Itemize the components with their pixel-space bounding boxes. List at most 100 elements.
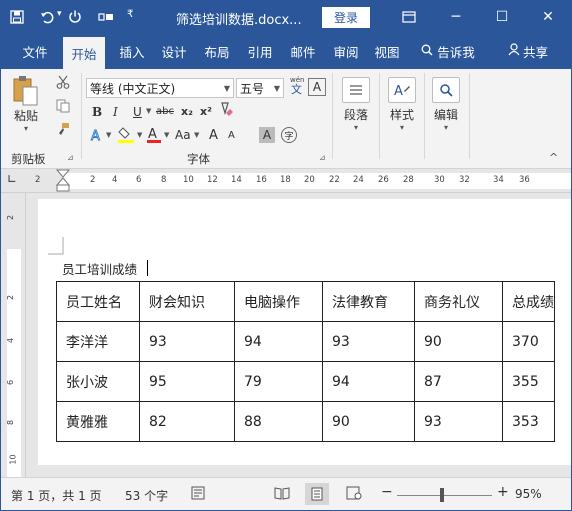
table-header-cell[interactable]: 财会知识	[139, 281, 235, 322]
tab-references[interactable]: 引用	[240, 33, 280, 69]
table-cell[interactable]: 82	[139, 401, 235, 442]
table-cell[interactable]: 93	[322, 321, 415, 362]
table-cell[interactable]: 93	[414, 401, 503, 442]
close-button[interactable]: ✕	[525, 1, 571, 33]
character-border-icon[interactable]: A	[308, 78, 326, 96]
redo-icon[interactable]	[67, 9, 83, 25]
font-color-icon[interactable]: A	[146, 126, 162, 144]
format-painter-icon[interactable]	[56, 122, 70, 136]
font-size-combo[interactable]: 五号 ▼	[236, 78, 284, 98]
character-shading-icon[interactable]: A	[259, 127, 275, 143]
read-mode-icon[interactable]	[274, 486, 290, 503]
zoom-in-button[interactable]: +	[497, 484, 509, 500]
tell-me-search[interactable]: 告诉我	[413, 33, 483, 69]
ribbon-display-icon[interactable]	[386, 1, 432, 33]
tab-insert[interactable]: 插入	[112, 33, 152, 69]
table-cell[interactable]: 370	[502, 321, 555, 362]
zoom-out-button[interactable]: −	[381, 484, 393, 500]
save-icon[interactable]	[9, 9, 25, 25]
highlight-color-icon[interactable]	[117, 126, 135, 144]
share-button[interactable]: 共享	[499, 33, 557, 69]
zoom-slider-track[interactable]	[397, 495, 492, 496]
maximize-button[interactable]: ☐	[479, 1, 525, 33]
page-count[interactable]: 第 1 页，共 1 页	[11, 487, 102, 504]
change-case-button[interactable]: Aa	[175, 128, 191, 142]
zoom-level[interactable]: 95%	[515, 487, 542, 501]
tab-review[interactable]: 审阅	[326, 33, 366, 69]
document-page[interactable]: 员工培训成绩 员工姓名 财会知识 电脑操作 法律教育 商务礼仪 总成绩 李洋洋	[38, 199, 571, 465]
font-name-combo[interactable]: 等线 (中文正文) ▼	[86, 78, 234, 98]
tab-home[interactable]: 开始	[63, 37, 105, 69]
word-count[interactable]: 53 个字	[125, 487, 168, 504]
table-cell[interactable]: 88	[234, 401, 323, 442]
change-case-dropdown-icon[interactable]: ▼	[194, 131, 199, 139]
ruler-mark: 8	[161, 175, 167, 185]
clear-formatting-icon[interactable]	[219, 101, 235, 117]
table-header-cell[interactable]: 总成绩	[502, 281, 555, 322]
grow-font-button[interactable]: A	[209, 128, 218, 143]
tab-file[interactable]: 文件	[15, 33, 55, 69]
tab-layout[interactable]: 布局	[197, 33, 237, 69]
cut-icon[interactable]	[56, 75, 70, 89]
minimize-button[interactable]: ─	[433, 1, 479, 33]
tab-mailings[interactable]: 邮件	[283, 33, 323, 69]
editing-button[interactable]: 编辑 ▾	[432, 77, 460, 132]
copy-icon[interactable]	[56, 99, 70, 113]
styles-button[interactable]: A 样式 ▾	[388, 77, 416, 132]
clipboard-launcher-icon[interactable]: ⊿	[67, 153, 74, 162]
table-cell[interactable]: 355	[502, 361, 555, 402]
scores-table[interactable]: 员工姓名 财会知识 电脑操作 法律教育 商务礼仪 总成绩 李洋洋 93 94 9…	[56, 281, 555, 442]
proofing-icon[interactable]	[191, 486, 205, 503]
collapse-ribbon-icon[interactable]: ^	[549, 151, 558, 164]
underline-button[interactable]: U	[133, 105, 142, 119]
strikethrough-button[interactable]: abc	[156, 106, 174, 117]
superscript-button[interactable]: x²	[200, 105, 212, 118]
web-layout-icon[interactable]	[346, 486, 362, 503]
paste-dropdown-icon[interactable]: ▾	[24, 124, 28, 133]
table-header-cell[interactable]: 法律教育	[322, 281, 415, 322]
undo-icon[interactable]	[39, 9, 55, 25]
tab-selector-icon[interactable]: ∟	[7, 172, 17, 186]
bold-button[interactable]: B	[92, 105, 102, 119]
table-cell[interactable]: 李洋洋	[56, 321, 140, 362]
table-cell[interactable]: 95	[139, 361, 235, 402]
enclose-characters-icon[interactable]: 字	[281, 127, 297, 143]
table-cell[interactable]: 90	[322, 401, 415, 442]
table-cell[interactable]: 87	[414, 361, 503, 402]
print-layout-icon[interactable]	[305, 483, 329, 505]
undo-dropdown-icon[interactable]: ▾	[57, 9, 62, 19]
font-launcher-icon[interactable]: ⊿	[319, 153, 326, 162]
table-caption[interactable]: 员工培训成绩	[62, 259, 137, 278]
touch-mode-icon[interactable]	[97, 10, 115, 24]
font-color-dropdown-icon[interactable]: ▼	[164, 131, 169, 139]
table-cell[interactable]: 94	[322, 361, 415, 402]
highlight-dropdown-icon[interactable]: ▼	[137, 131, 142, 139]
subscript-button[interactable]: x₂	[181, 105, 193, 118]
paste-button[interactable]: 粘贴 ▾	[11, 75, 41, 133]
shrink-font-button[interactable]: A	[228, 130, 235, 141]
paragraph-button[interactable]: 段落 ▾	[342, 77, 370, 132]
table-header-cell[interactable]: 商务礼仪	[414, 281, 503, 322]
tab-design[interactable]: 设计	[154, 33, 194, 69]
table-cell[interactable]: 79	[234, 361, 323, 402]
table-cell[interactable]: 94	[234, 321, 323, 362]
login-button[interactable]: 登录	[322, 7, 370, 28]
horizontal-ruler[interactable]: ∟ 2 2 4 6 8 10 12 14 16 18 20 22 24 26 2…	[1, 169, 571, 193]
table-header-cell[interactable]: 电脑操作	[234, 281, 323, 322]
table-header-cell[interactable]: 员工姓名	[56, 281, 140, 322]
table-cell[interactable]: 353	[502, 401, 555, 442]
italic-button[interactable]: I	[113, 105, 118, 119]
phonetic-guide-icon[interactable]: wén 文	[289, 75, 305, 95]
table-cell[interactable]: 张小波	[56, 361, 140, 402]
tab-view[interactable]: 视图	[367, 33, 407, 69]
text-effects-dropdown-icon[interactable]: ▼	[106, 131, 111, 139]
zoom-slider-thumb[interactable]	[439, 488, 444, 502]
table-cell[interactable]: 93	[139, 321, 235, 362]
text-effects-icon[interactable]: A	[89, 127, 105, 143]
indent-marker-icon[interactable]	[55, 169, 71, 196]
vertical-ruler[interactable]: 2 2 4 6 8 10	[1, 193, 26, 477]
customize-qat-icon[interactable]: ₹	[127, 9, 133, 20]
underline-dropdown-icon[interactable]: ▼	[146, 107, 151, 115]
table-cell[interactable]: 90	[414, 321, 503, 362]
table-cell[interactable]: 黄雅雅	[56, 401, 140, 442]
